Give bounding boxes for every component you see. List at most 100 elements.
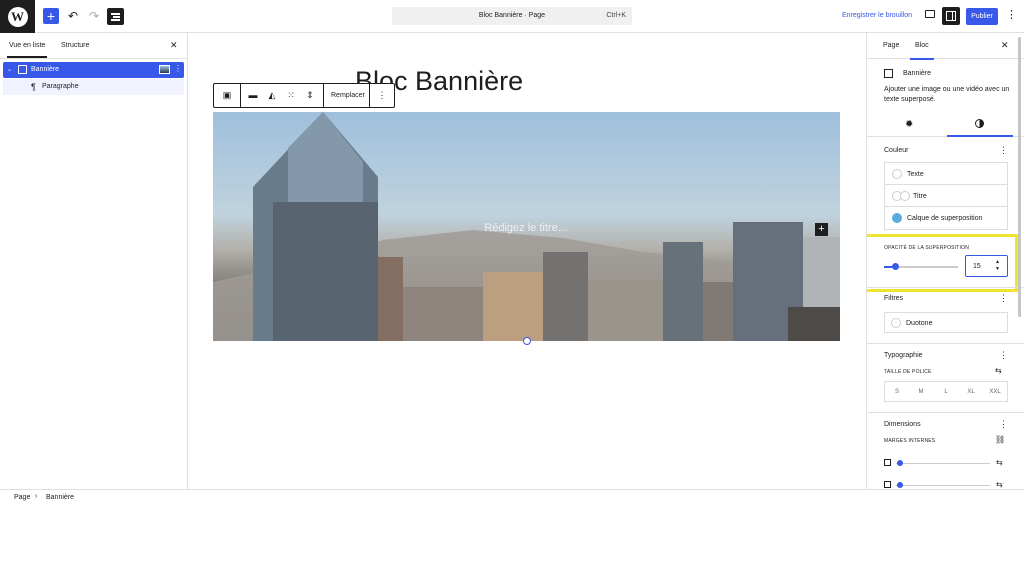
preview-device-icon[interactable] — [925, 10, 935, 18]
cover-block[interactable]: Rédigez le titre… + — [213, 112, 840, 341]
typography-panel-title: Typographie — [884, 352, 923, 359]
content-position-icon[interactable]: ◭ — [266, 90, 278, 100]
cover-block-icon — [18, 65, 27, 74]
tab-block[interactable]: Bloc — [910, 42, 934, 60]
custom-size-icon[interactable]: ⇆ — [995, 366, 1002, 375]
panel-options-icon[interactable]: ⋮ — [999, 293, 1008, 304]
padding-horizontal-icon — [884, 481, 891, 488]
options-menu-icon[interactable]: ⋮ — [1006, 9, 1017, 21]
opacity-slider-thumb[interactable] — [891, 263, 899, 270]
resize-handle[interactable] — [523, 337, 531, 345]
settings-sidebar-toggle[interactable] — [942, 7, 960, 25]
panel-divider — [867, 287, 1024, 288]
panel-options-icon[interactable]: ⋮ — [999, 419, 1008, 430]
row-options-icon[interactable]: ⋮ — [174, 64, 182, 73]
cover-block-icon — [884, 69, 893, 78]
spinner-icon[interactable]: ▲ ▼ — [995, 259, 1000, 273]
padding-horizontal-row: ⇆ — [884, 480, 1008, 489]
styles-icon[interactable] — [975, 119, 984, 128]
list-item-label: Paragraphe — [42, 83, 79, 90]
close-icon[interactable]: ✕ — [170, 40, 178, 51]
padding-slider-track[interactable] — [896, 485, 990, 486]
custom-size-icon[interactable]: ⇆ — [996, 480, 1003, 489]
font-size-l[interactable]: L — [934, 389, 958, 395]
font-size-xxl[interactable]: XXL — [983, 389, 1007, 395]
breadcrumb-page[interactable]: Page — [14, 494, 30, 501]
undo-icon[interactable]: ↶ — [65, 8, 81, 24]
replace-button[interactable]: Remplacer — [331, 92, 365, 99]
padding-slider-thumb[interactable] — [897, 460, 903, 466]
wordpress-logo-icon: W — [7, 6, 28, 27]
sidebar-icon — [946, 11, 956, 21]
wordpress-logo-button[interactable]: W — [0, 0, 35, 33]
font-size-m[interactable]: M — [909, 389, 933, 395]
spin-down-icon[interactable]: ▼ — [995, 266, 1000, 272]
redo-icon[interactable]: ↷ — [86, 8, 102, 24]
block-inserter-button[interactable]: + — [43, 8, 59, 24]
more-options-icon[interactable]: ⋮ — [376, 90, 388, 100]
color-item-label: Titre — [913, 193, 927, 200]
link-icon[interactable]: ⛓ — [995, 435, 1005, 444]
tab-page[interactable]: Page — [883, 42, 899, 49]
breadcrumb-block[interactable]: Bannière — [46, 494, 74, 501]
document-title: Bloc Bannière · Page — [478, 12, 546, 19]
padding-slider-thumb[interactable] — [897, 482, 903, 488]
tab-structure[interactable]: Structure — [61, 42, 89, 49]
block-toolbar: ▣ ▬ ◭ ⁙ ⇕ Remplacer ⋮ — [213, 83, 395, 108]
save-draft-button[interactable]: Enregistrer le brouillon — [842, 12, 912, 19]
editor: W + ↶ ↷ Bloc Bannière · Page Ctrl+K Enre… — [0, 0, 1024, 576]
panel-divider — [867, 343, 1024, 344]
document-overview-button[interactable] — [107, 8, 124, 25]
command-palette-bar[interactable]: Bloc Bannière · Page Ctrl+K — [392, 7, 632, 25]
editor-canvas: Bloc Bannière ▣ ▬ ◭ ⁙ ⇕ Remplacer ⋮ Rédi… — [188, 33, 866, 489]
block-card-description: Ajouter une image ou une vidéo avec un t… — [884, 86, 1010, 103]
padding-label: MARGES INTERNES — [884, 438, 936, 444]
color-item-overlay[interactable]: Calque de superposition — [885, 207, 1007, 229]
settings-sidebar: Page Bloc ✕ Bannière Ajouter une image o… — [866, 33, 1024, 489]
filters-panel-title: Filtres — [884, 295, 904, 302]
publish-button[interactable]: Publier — [966, 8, 998, 25]
add-block-icon[interactable]: + — [815, 223, 828, 236]
padding-vertical-row: ⇆ — [884, 458, 1008, 468]
dimensions-panel-title: Dimensions — [884, 421, 921, 428]
chevron-down-icon[interactable]: ⌄ — [7, 66, 12, 73]
color-item-text[interactable]: Texte — [885, 163, 1007, 185]
chevron-right-icon: › — [35, 493, 38, 500]
block-card-title: Bannière — [903, 70, 932, 77]
duotone-button[interactable]: Duotone — [884, 312, 1008, 333]
sidebar-scrollbar[interactable] — [1018, 37, 1021, 317]
spin-up-icon[interactable]: ▲ — [995, 259, 1000, 265]
panel-options-icon[interactable]: ⋮ — [999, 350, 1008, 361]
align-icon[interactable]: ▬ — [247, 90, 259, 100]
color-swatch — [892, 213, 902, 223]
height-icon[interactable]: ⇕ — [304, 90, 316, 100]
paragraph-icon: ¶ — [31, 82, 36, 92]
padding-slider-track[interactable] — [896, 463, 990, 464]
command-shortcut: Ctrl+K — [606, 12, 626, 19]
list-item-label: Bannière — [31, 66, 60, 73]
tab-list-view[interactable]: Vue en liste — [6, 42, 48, 58]
color-swatch — [892, 169, 902, 179]
font-size-s[interactable]: S — [885, 389, 909, 395]
cover-thumbnail — [159, 65, 170, 74]
color-item-heading[interactable]: Titre — [885, 185, 1007, 207]
panel-options-icon[interactable]: ⋮ — [999, 145, 1008, 156]
cover-heading-placeholder[interactable]: Rédigez le titre… — [213, 222, 840, 234]
list-item-cover[interactable]: ⌄ Bannière ⋮ — [3, 62, 184, 78]
list-item-paragraph[interactable]: ¶ Paragraphe — [3, 79, 184, 95]
list-view-panel: Vue en liste Structure ✕ ⌄ Bannière ⋮ ¶ … — [0, 33, 188, 489]
close-icon[interactable]: ✕ — [1001, 40, 1009, 51]
active-tab-indicator — [947, 135, 1013, 137]
duotone-label: Duotone — [906, 320, 933, 327]
padding-vertical-icon — [884, 459, 891, 466]
opacity-value: 15 — [973, 263, 981, 270]
gear-icon[interactable]: ✹ — [905, 119, 913, 130]
opacity-number-input[interactable]: 15 ▲ ▼ — [965, 255, 1008, 277]
editor-topbar: W + ↶ ↷ Bloc Bannière · Page Ctrl+K Enre… — [0, 0, 1024, 33]
block-type-button[interactable]: ▣ — [214, 84, 241, 107]
font-size-xl[interactable]: XL — [959, 389, 983, 395]
full-height-icon[interactable]: ⁙ — [285, 90, 297, 100]
custom-size-icon[interactable]: ⇆ — [996, 458, 1003, 467]
panel-divider — [867, 412, 1024, 413]
list-view-tabs: Vue en liste Structure ✕ — [0, 33, 188, 59]
